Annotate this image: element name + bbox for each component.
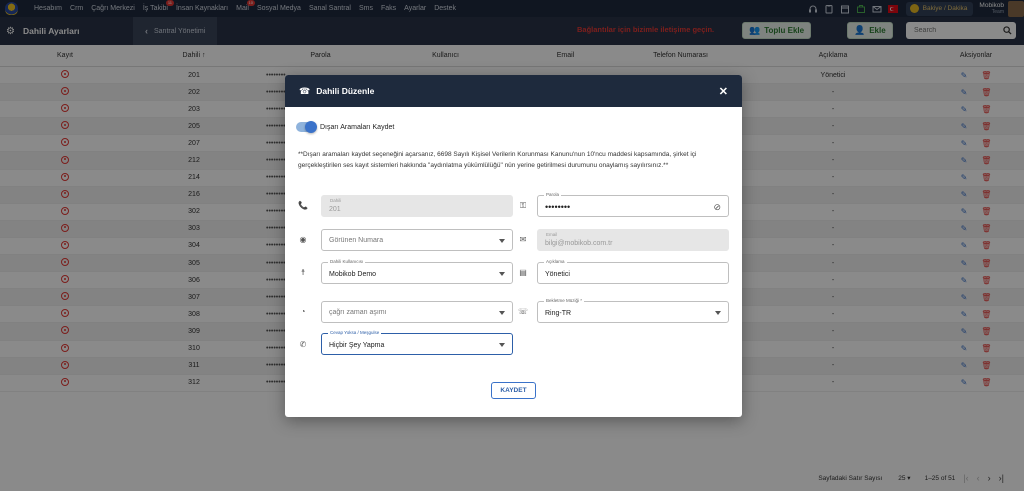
phone-ring-icon: ☏ (517, 307, 528, 316)
call-timeout-placeholder: çağrı zaman aşımı (329, 309, 387, 316)
record-outgoing-label: Dışarı Aramaları Kaydet (320, 123, 395, 131)
extension-user-select[interactable]: Dahili Kullanıcısı Mobikob Demo (321, 259, 513, 284)
no-answer-action-label: Cevap Yoksa / Meşgulse (328, 330, 382, 336)
person-icon: ☨ (300, 268, 306, 277)
extension-field: Dahili 201 (321, 195, 513, 217)
hold-music-label: Bekletme Müziği * (544, 298, 585, 304)
chevron-down-icon (499, 343, 505, 347)
email-field-label: Email (546, 232, 558, 237)
timer-icon: ◔ (300, 307, 306, 316)
modal-backdrop-top (0, 0, 1024, 45)
dialog-title: Dahili Düzenle (316, 86, 375, 96)
password-field-label: Parola (544, 192, 562, 198)
chevron-down-icon (499, 239, 505, 243)
description-value: Yönetici (545, 271, 570, 278)
hold-music-select[interactable]: Bekletme Müziği * Ring-TR (537, 298, 729, 323)
extension-field-label: Dahili (330, 198, 342, 203)
hold-music-value: Ring-TR (545, 310, 572, 317)
display-number-icon: ◉ (299, 235, 307, 244)
description-label: Açıklama (544, 259, 567, 265)
display-number-select[interactable]: Görünen Numara (321, 229, 513, 251)
password-field-value: •••••••• (545, 202, 571, 212)
extension-user-value: Mobikob Demo (329, 271, 377, 278)
edit-extension-dialog: ☎ Dahili Düzenle ✕ Dışarı Aramaları Kayd… (285, 75, 742, 417)
extension-user-label: Dahili Kullanıcısı (328, 259, 366, 265)
phone-icon: 📞 (298, 201, 308, 210)
close-icon[interactable]: ✕ (719, 85, 728, 98)
note-icon: ▤ (519, 268, 527, 277)
save-button[interactable]: KAYDET (491, 382, 536, 399)
no-answer-action-select[interactable]: Cevap Yoksa / Meşgulse Hiçbir Şey Yapma (321, 330, 513, 355)
kvkk-notice: **Dışarı aramaları kaydet seçeneğini aça… (298, 151, 697, 169)
chevron-down-icon (499, 311, 505, 315)
description-field[interactable]: Açıklama Yönetici (537, 259, 729, 284)
eye-off-icon[interactable]: ⊘ (713, 202, 721, 213)
chevron-down-icon (499, 272, 505, 276)
phone-missed-icon: ✆ (299, 340, 307, 349)
record-outgoing-toggle[interactable] (296, 121, 317, 133)
password-field[interactable]: Parola •••••••• ⊘ (537, 192, 729, 217)
call-timeout-select[interactable]: çağrı zaman aşımı (321, 301, 513, 323)
phone-settings-icon: ☎ (299, 85, 311, 96)
email-icon: ✉ (519, 235, 527, 244)
email-field-value: bilgi@mobikob.com.tr (545, 240, 613, 247)
record-outgoing-toggle-row: Dışarı Aramaları Kaydet (296, 121, 395, 133)
extension-field-value: 201 (329, 206, 341, 213)
key-icon: ⚿ (519, 201, 527, 210)
display-number-placeholder: Görünen Numara (329, 237, 384, 244)
email-field: Email bilgi@mobikob.com.tr (537, 229, 729, 251)
no-answer-action-value: Hiçbir Şey Yapma (329, 342, 385, 349)
dialog-header: ☎ Dahili Düzenle ✕ (285, 75, 742, 107)
chevron-down-icon (715, 311, 721, 315)
